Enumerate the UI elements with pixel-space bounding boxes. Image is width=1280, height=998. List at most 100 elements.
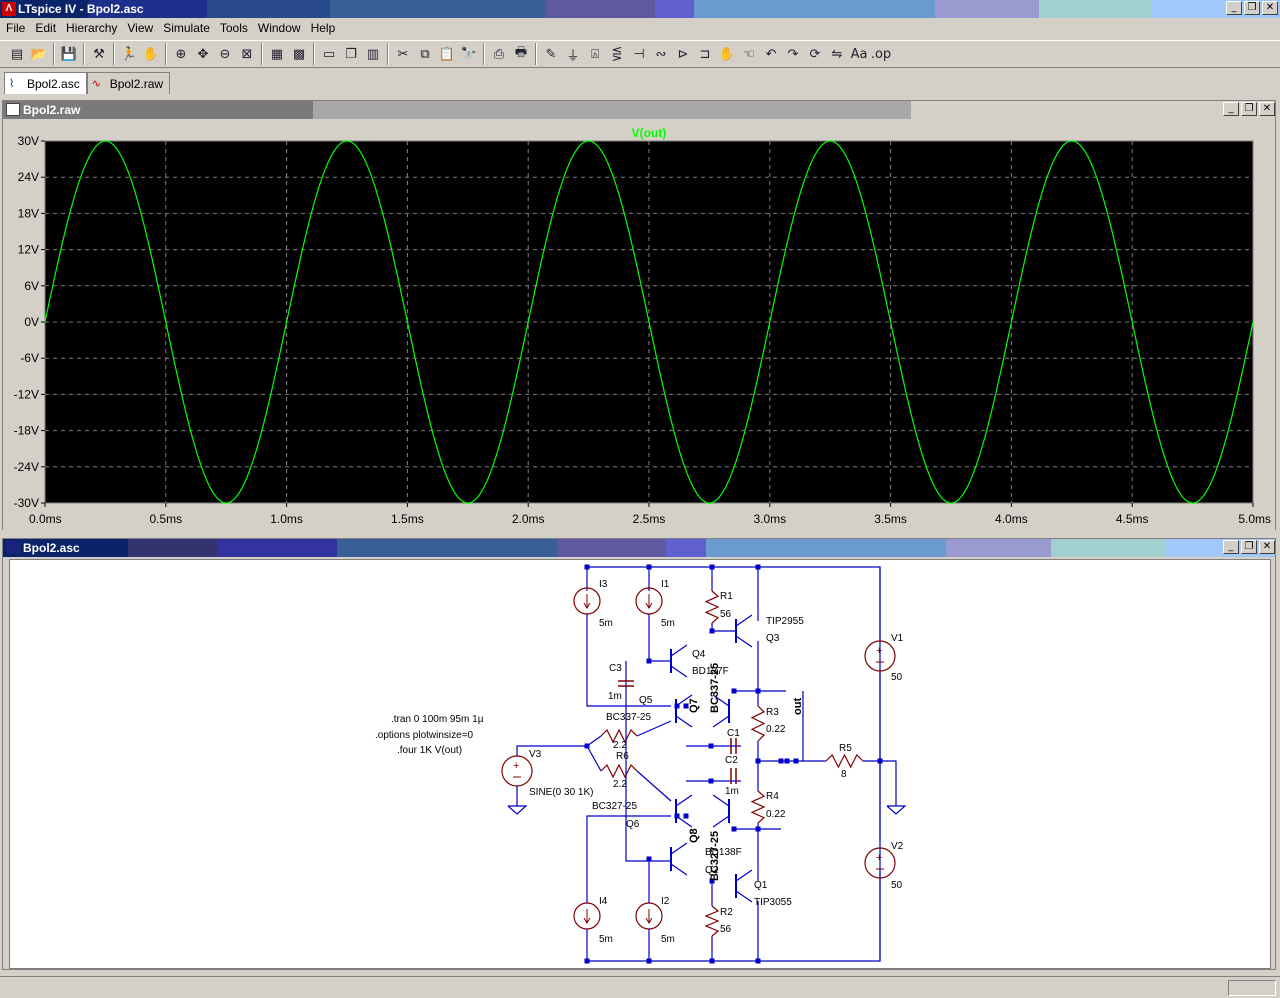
menu-hierarchy[interactable]: Hierarchy	[62, 21, 123, 35]
component-label[interactable]: Q1	[754, 880, 768, 891]
print-setup-icon[interactable]: ⎙	[488, 43, 510, 65]
tab-bpol2-asc[interactable]: ⌇ Bpol2.asc	[4, 72, 87, 94]
menu-simulate[interactable]: Simulate	[159, 21, 216, 35]
ground-icon[interactable]	[886, 805, 907, 815]
component-label[interactable]: V2	[891, 841, 904, 852]
pan-icon[interactable]: ✥	[192, 43, 214, 65]
cascade-icon[interactable]: ❐	[340, 43, 362, 65]
r5-resistor[interactable]	[825, 753, 864, 769]
component-label[interactable]: I4	[599, 896, 608, 907]
ground-icon[interactable]	[507, 805, 528, 815]
component-label[interactable]: C2	[725, 755, 738, 766]
ground-icon[interactable]: ⏚	[562, 43, 584, 65]
restore-button[interactable]: ❐	[1244, 1, 1260, 15]
resistor-icon[interactable]: ⋚	[606, 43, 628, 65]
diode-icon[interactable]: ⊳	[672, 43, 694, 65]
open-folder-icon[interactable]: 📂	[28, 43, 50, 65]
component-label[interactable]: TIP2955	[766, 616, 804, 627]
find-icon[interactable]: 🔭	[458, 43, 480, 65]
component-label[interactable]: V1	[891, 633, 904, 644]
wire[interactable]	[586, 745, 602, 772]
component-label[interactable]: R1	[720, 591, 733, 602]
menu-file[interactable]: File	[2, 21, 31, 35]
close-button[interactable]: ✕	[1262, 1, 1278, 15]
component-label[interactable]: R2	[720, 907, 733, 918]
component-label[interactable]: 56	[720, 609, 732, 620]
minimize-button[interactable]: _	[1223, 102, 1239, 116]
component-label[interactable]: TIP3055	[754, 897, 792, 908]
menu-edit[interactable]: Edit	[31, 21, 62, 35]
schematic-drawing[interactable]: +++I35mI15mR156TIP2955Q3Q4BD137FC31m Q5BC…	[10, 560, 1270, 968]
component-label[interactable]: Q8	[688, 828, 700, 843]
waveform-plot[interactable]: 0.0ms 0.5ms 1.0ms 1.5ms 2.0ms 2.5ms 3.0ms 3.5ms…	[3, 121, 1275, 531]
copy-icon[interactable]: ⧉	[414, 43, 436, 65]
autorange-icon[interactable]: ▦	[266, 43, 288, 65]
tab-bpol2-raw[interactable]: ∿ Bpol2.raw	[86, 72, 171, 94]
component-label[interactable]: Q7	[688, 698, 700, 713]
schematic-window-titlebar[interactable]: Bpol2.asc _ ❐ ✕	[3, 539, 1275, 557]
r2-resistor[interactable]	[704, 905, 720, 937]
component-label[interactable]: C3	[609, 663, 622, 674]
component-label[interactable]: 5m	[661, 618, 675, 629]
close-button[interactable]: ✕	[1259, 102, 1275, 116]
component-label[interactable]: Q6	[626, 819, 640, 830]
spice-directive[interactable]: .four 1K V(out)	[397, 745, 462, 756]
wire[interactable]	[636, 770, 672, 802]
capacitor-icon[interactable]: ⊣	[628, 43, 650, 65]
component-label[interactable]: R5	[839, 743, 852, 754]
component-label[interactable]: 1m	[725, 786, 739, 797]
component-label[interactable]: C1	[727, 728, 740, 739]
component-label[interactable]: V3	[529, 749, 542, 760]
r7-resistor[interactable]	[600, 763, 638, 779]
component-label[interactable]: 0.22	[766, 724, 786, 735]
zoom-in-icon[interactable]: ⊕	[170, 43, 192, 65]
ltspice-app-icon[interactable]: Λ	[2, 2, 16, 16]
component-label[interactable]: Q3	[766, 633, 780, 644]
component-label[interactable]: 2.2	[613, 740, 627, 751]
component-label[interactable]: 56	[720, 924, 732, 935]
waveform-window-titlebar[interactable]: Bpol2.raw _ ❐ ✕	[3, 101, 1275, 119]
component-label[interactable]: I3	[599, 579, 608, 590]
component-label[interactable]: R4	[766, 791, 779, 802]
wire-icon[interactable]: ✎	[540, 43, 562, 65]
wire[interactable]	[625, 661, 671, 862]
component-label[interactable]: R3	[766, 707, 779, 718]
q8-transistor[interactable]	[712, 794, 730, 828]
new-schematic-icon[interactable]: ▤	[6, 43, 28, 65]
control-panel-icon[interactable]: ⚒	[88, 43, 110, 65]
cut-icon[interactable]: ✂	[392, 43, 414, 65]
schematic-canvas[interactable]: + + + I3 5m I1 5m R1 56 TIP2955 Q3 Q4 BD137F C3 1m Q5 BC…	[9, 559, 1271, 969]
move-icon[interactable]: ✋	[716, 43, 738, 65]
text-icon[interactable]: Aa	[848, 43, 870, 65]
spice-directive[interactable]: .options plotwinsize=0	[375, 730, 474, 741]
r3-resistor[interactable]	[750, 705, 766, 742]
component-label[interactable]: BD138F	[705, 847, 742, 858]
restore-button[interactable]: ❐	[1241, 102, 1257, 116]
spice-directive[interactable]: .tran 0 100m 95m 1µ	[391, 714, 484, 725]
component-label[interactable]: 2.2	[613, 779, 627, 790]
component-label[interactable]: 50	[891, 880, 903, 891]
menu-window[interactable]: Window	[254, 21, 307, 35]
rotate-icon[interactable]: ⟳	[804, 43, 826, 65]
component-label[interactable]: 1m	[608, 691, 622, 702]
r4-resistor[interactable]	[750, 790, 766, 824]
wire[interactable]	[636, 720, 672, 737]
close-button[interactable]: ✕	[1259, 540, 1275, 554]
zoom-fit-icon[interactable]: ⊠	[236, 43, 258, 65]
tile-horizontal-icon[interactable]: ▭	[318, 43, 340, 65]
component-label[interactable]: 0.22	[766, 809, 786, 820]
component-label[interactable]: 50	[891, 672, 903, 683]
grid-icon[interactable]: ▩	[288, 43, 310, 65]
q1-transistor[interactable]	[735, 869, 753, 903]
r1-resistor[interactable]	[704, 590, 720, 624]
component-label[interactable]: 5m	[599, 618, 613, 629]
component-label[interactable]: I1	[661, 579, 670, 590]
wire[interactable]	[711, 623, 736, 632]
minimize-button[interactable]: _	[1226, 1, 1242, 15]
q6-transistor[interactable]	[675, 794, 693, 828]
component-label[interactable]: BC337-25	[709, 663, 721, 713]
component-label[interactable]: Q2	[705, 865, 719, 876]
zoom-out-icon[interactable]: ⊖	[214, 43, 236, 65]
q4-transistor[interactable]	[670, 644, 688, 678]
component-label[interactable]: Q5	[639, 695, 653, 706]
